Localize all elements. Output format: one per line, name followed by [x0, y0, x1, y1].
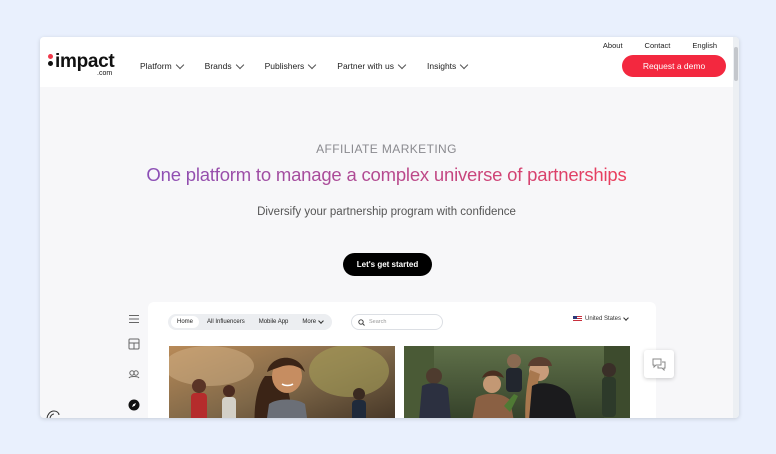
chat-icon [652, 358, 666, 371]
impact-logo[interactable]: impact .com [48, 51, 118, 80]
about-link[interactable]: About [603, 41, 623, 50]
language-selector[interactable]: English [692, 41, 717, 50]
nav-item-brands[interactable]: Brands [204, 60, 244, 71]
logo-mark [48, 54, 54, 66]
get-started-button[interactable]: Let's get started [343, 253, 432, 276]
tab-all-influencers[interactable]: All Influencers [201, 316, 251, 328]
browser-window: About Contact English impact .com Platfo… [40, 37, 739, 418]
tab-home[interactable]: Home [171, 316, 200, 328]
search-icon [358, 318, 365, 326]
nav-label: Platform [140, 61, 172, 71]
nav-item-publishers[interactable]: Publishers [264, 60, 317, 71]
tab-more[interactable]: More [296, 316, 329, 328]
nav-label: Insights [426, 61, 457, 71]
main-nav: Platform Brands Publishers Partner with … [140, 60, 469, 71]
users-icon[interactable] [128, 368, 140, 380]
chevron-down-icon [318, 318, 324, 324]
page-scrollbar[interactable] [733, 37, 739, 418]
tab-label: Mobile App [258, 319, 289, 325]
nav-item-platform[interactable]: Platform [140, 60, 184, 71]
contact-link[interactable]: Contact [645, 41, 671, 50]
tab-label: More [302, 319, 317, 325]
chevron-down-icon [397, 60, 407, 69]
chat-widget-button[interactable] [644, 350, 674, 378]
request-demo-button[interactable]: Request a demo [622, 55, 726, 77]
us-flag-icon [573, 316, 582, 322]
chevron-down-icon [460, 60, 469, 69]
tab-mobile-app[interactable]: Mobile App [253, 316, 295, 328]
chevron-down-icon [623, 315, 629, 321]
hero-headline-text: One platform to manage a complex univers… [146, 164, 627, 185]
search-placeholder: Search [369, 319, 387, 325]
layout-icon[interactable] [128, 338, 140, 350]
hero-eyebrow: AFFILIATE MARKETING [316, 142, 457, 156]
nav-item-partner-with-us[interactable]: Partner with us [337, 60, 407, 71]
app-search-input[interactable]: Search [351, 314, 443, 330]
tab-label: Home [177, 319, 194, 325]
country-selector[interactable]: United States [573, 315, 629, 322]
nav-label: Brands [204, 61, 232, 71]
country-label: United States [585, 316, 622, 322]
logo-suffix: .com [97, 70, 113, 77]
app-tab-bar: Home All Influencers Mobile App More [168, 314, 333, 330]
volunteers-photo[interactable] [404, 346, 630, 418]
tab-label: All Influencers [207, 319, 245, 325]
hand-icon [46, 410, 60, 418]
site-header: About Contact English impact .com Platfo… [40, 37, 733, 87]
hero-headline: One platform to manage a complex univers… [40, 164, 733, 186]
nav-item-insights[interactable]: Insights [426, 60, 469, 71]
chevron-down-icon [175, 60, 184, 69]
hero-subhead: Diversify your partnership program with … [257, 206, 516, 218]
utility-links: About Contact English [603, 41, 717, 50]
nav-label: Partner with us [337, 61, 394, 71]
scrollbar-thumb[interactable] [734, 47, 738, 81]
app-preview-card: Home All Influencers Mobile App More Sea… [148, 302, 656, 418]
chevron-down-icon [235, 60, 244, 69]
chevron-down-icon [308, 60, 317, 69]
runner-photo[interactable] [169, 346, 395, 418]
nav-label: Publishers [264, 61, 305, 71]
menu-icon[interactable] [128, 313, 140, 325]
compass-icon[interactable] [128, 399, 140, 411]
